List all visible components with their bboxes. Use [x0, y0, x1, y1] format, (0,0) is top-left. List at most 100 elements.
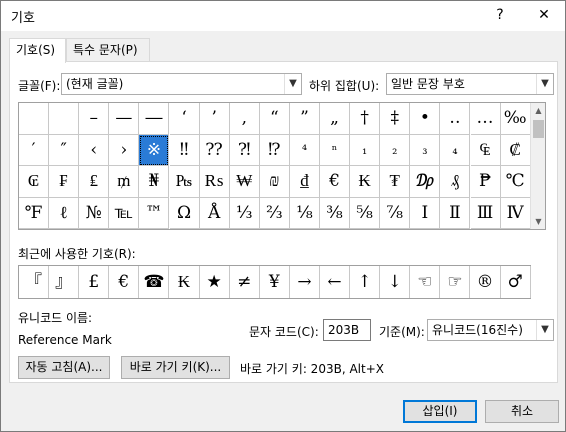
- symbol-grid-scrollbar[interactable]: ▲ ▼: [530, 103, 545, 229]
- symbol-cell[interactable]: ₫: [289, 166, 320, 198]
- symbol-cell[interactable]: ⅓: [229, 197, 260, 229]
- symbol-cell[interactable]: ⁿ: [320, 134, 351, 166]
- symbol-cell[interactable]: [49, 103, 80, 135]
- symbol-cell[interactable]: ›: [109, 134, 140, 166]
- symbol-cell[interactable]: “: [259, 103, 290, 135]
- symbol-cell[interactable]: ⅝: [350, 197, 381, 229]
- recent-symbol-cell[interactable]: →: [290, 266, 320, 298]
- symbol-cell[interactable]: [19, 103, 50, 135]
- autocorrect-button[interactable]: 자동 고침(A)...: [18, 356, 110, 379]
- symbol-cell[interactable]: ₯: [410, 166, 441, 198]
- cancel-button[interactable]: 취소: [485, 400, 559, 423]
- scroll-up-icon[interactable]: ▲: [531, 103, 546, 118]
- subset-select[interactable]: 일반 문장 부호 ▼: [386, 73, 554, 95]
- from-select[interactable]: 유니코드(16진수) ▼: [427, 319, 554, 341]
- symbol-cell[interactable]: ‰: [500, 103, 531, 135]
- symbol-cell[interactable]: Ⅳ: [500, 197, 531, 229]
- symbol-cell[interactable]: –: [79, 103, 110, 135]
- symbol-cell[interactable]: „: [320, 103, 351, 135]
- close-button[interactable]: ✕: [529, 3, 559, 27]
- symbol-cell[interactable]: …: [470, 103, 501, 135]
- symbol-cell[interactable]: €: [320, 166, 351, 198]
- recent-symbol-cell[interactable]: ¥: [260, 266, 290, 298]
- symbol-cell[interactable]: ₮: [380, 166, 411, 198]
- symbol-cell[interactable]: Ω: [169, 197, 200, 229]
- symbol-cell[interactable]: ₡: [500, 134, 531, 166]
- symbol-cell[interactable]: ―: [139, 103, 170, 135]
- scroll-down-icon[interactable]: ▼: [531, 214, 546, 229]
- symbol-cell[interactable]: ″: [49, 134, 80, 166]
- recent-symbol-cell[interactable]: ☜: [410, 266, 441, 298]
- symbol-cell[interactable]: ⅞: [380, 197, 411, 229]
- tab-symbols[interactable]: 기호(S): [9, 38, 66, 63]
- symbol-cell[interactable]: ‚: [229, 103, 260, 135]
- symbol-cell[interactable]: †: [350, 103, 381, 135]
- symbol-cell[interactable]: ₪: [259, 166, 290, 198]
- symbol-cell[interactable]: ₱: [470, 166, 501, 198]
- symbol-cell[interactable]: ₤: [79, 166, 110, 198]
- recent-symbol-cell[interactable]: ↑: [350, 266, 381, 298]
- symbol-cell[interactable]: ₰: [440, 166, 471, 198]
- symbol-cell[interactable]: ‼: [169, 134, 200, 166]
- symbol-cell[interactable]: ⁉: [259, 134, 290, 166]
- symbol-cell[interactable]: ”: [289, 103, 320, 135]
- recent-symbol-cell[interactable]: ☞: [440, 266, 471, 298]
- symbol-cell[interactable]: №: [79, 197, 110, 229]
- insert-button[interactable]: 삽입(I): [403, 400, 477, 423]
- symbol-cell[interactable]: ⁈: [229, 134, 260, 166]
- recent-symbol-cell[interactable]: 』: [49, 266, 80, 298]
- symbol-cell[interactable]: ₂: [380, 134, 411, 166]
- symbol-cell[interactable]: ₁: [350, 134, 381, 166]
- recent-symbol-cell[interactable]: ←: [320, 266, 351, 298]
- recent-symbol-cell[interactable]: ♂: [501, 266, 531, 298]
- symbol-cell[interactable]: ₃: [410, 134, 441, 166]
- symbol-cell[interactable]: ‥: [440, 103, 471, 135]
- symbol-cell[interactable]: ₧: [169, 166, 200, 198]
- recent-symbol-cell[interactable]: €: [109, 266, 140, 298]
- symbol-cell[interactable]: ’: [199, 103, 230, 135]
- scroll-thumb[interactable]: [533, 120, 544, 138]
- symbol-cell[interactable]: ※: [139, 134, 170, 166]
- recent-symbol-cell[interactable]: ☎: [139, 266, 170, 298]
- symbol-cell[interactable]: Ⅲ: [470, 197, 501, 229]
- symbol-cell[interactable]: ℓ: [49, 197, 80, 229]
- symbol-cell[interactable]: ℉: [19, 197, 50, 229]
- symbol-cell[interactable]: ₨: [199, 166, 230, 198]
- recent-symbol-cell[interactable]: ★: [200, 266, 230, 298]
- recent-symbol-cell[interactable]: 『: [19, 266, 50, 298]
- symbol-cell[interactable]: ℃: [500, 166, 531, 198]
- symbol-cell[interactable]: Ⅱ: [440, 197, 471, 229]
- symbol-cell[interactable]: ⅜: [320, 197, 351, 229]
- symbol-cell[interactable]: •: [410, 103, 441, 135]
- recent-symbol-cell[interactable]: £: [79, 266, 110, 298]
- symbol-cell[interactable]: ₥: [109, 166, 140, 198]
- recent-symbol-cell[interactable]: ₭: [170, 266, 200, 298]
- shortcut-key-button[interactable]: 바로 가기 키(K)...: [121, 356, 230, 379]
- help-button[interactable]: ?: [485, 3, 515, 27]
- font-select[interactable]: (현재 글꼴) ▼: [61, 73, 302, 95]
- symbol-cell[interactable]: ⁇: [199, 134, 230, 166]
- symbol-cell[interactable]: Å: [199, 197, 230, 229]
- symbol-cell[interactable]: ‹: [79, 134, 110, 166]
- recent-symbol-cell[interactable]: ↓: [380, 266, 411, 298]
- symbol-cell[interactable]: —: [109, 103, 140, 135]
- symbol-cell[interactable]: ₢: [19, 166, 50, 198]
- symbol-cell[interactable]: ₠: [470, 134, 501, 166]
- symbol-cell[interactable]: ′: [19, 134, 50, 166]
- char-code-input[interactable]: 203B: [323, 319, 371, 341]
- symbol-cell[interactable]: ₭: [350, 166, 381, 198]
- symbol-cell[interactable]: ‘: [169, 103, 200, 135]
- symbol-cell[interactable]: ₣: [49, 166, 80, 198]
- symbol-cell[interactable]: ₦: [139, 166, 170, 198]
- symbol-cell[interactable]: ₄: [440, 134, 471, 166]
- recent-symbol-cell[interactable]: ®: [471, 266, 501, 298]
- symbol-cell[interactable]: ⅛: [289, 197, 320, 229]
- symbol-cell[interactable]: ℡: [109, 197, 140, 229]
- symbol-cell[interactable]: ⅔: [259, 197, 290, 229]
- symbol-cell[interactable]: ‡: [380, 103, 411, 135]
- symbol-cell[interactable]: Ⅰ: [410, 197, 441, 229]
- symbol-cell[interactable]: ₩: [229, 166, 260, 198]
- tab-special-characters[interactable]: 특수 문자(P): [66, 38, 150, 62]
- symbol-cell[interactable]: ⁴: [289, 134, 320, 166]
- recent-symbol-cell[interactable]: ≠: [230, 266, 260, 298]
